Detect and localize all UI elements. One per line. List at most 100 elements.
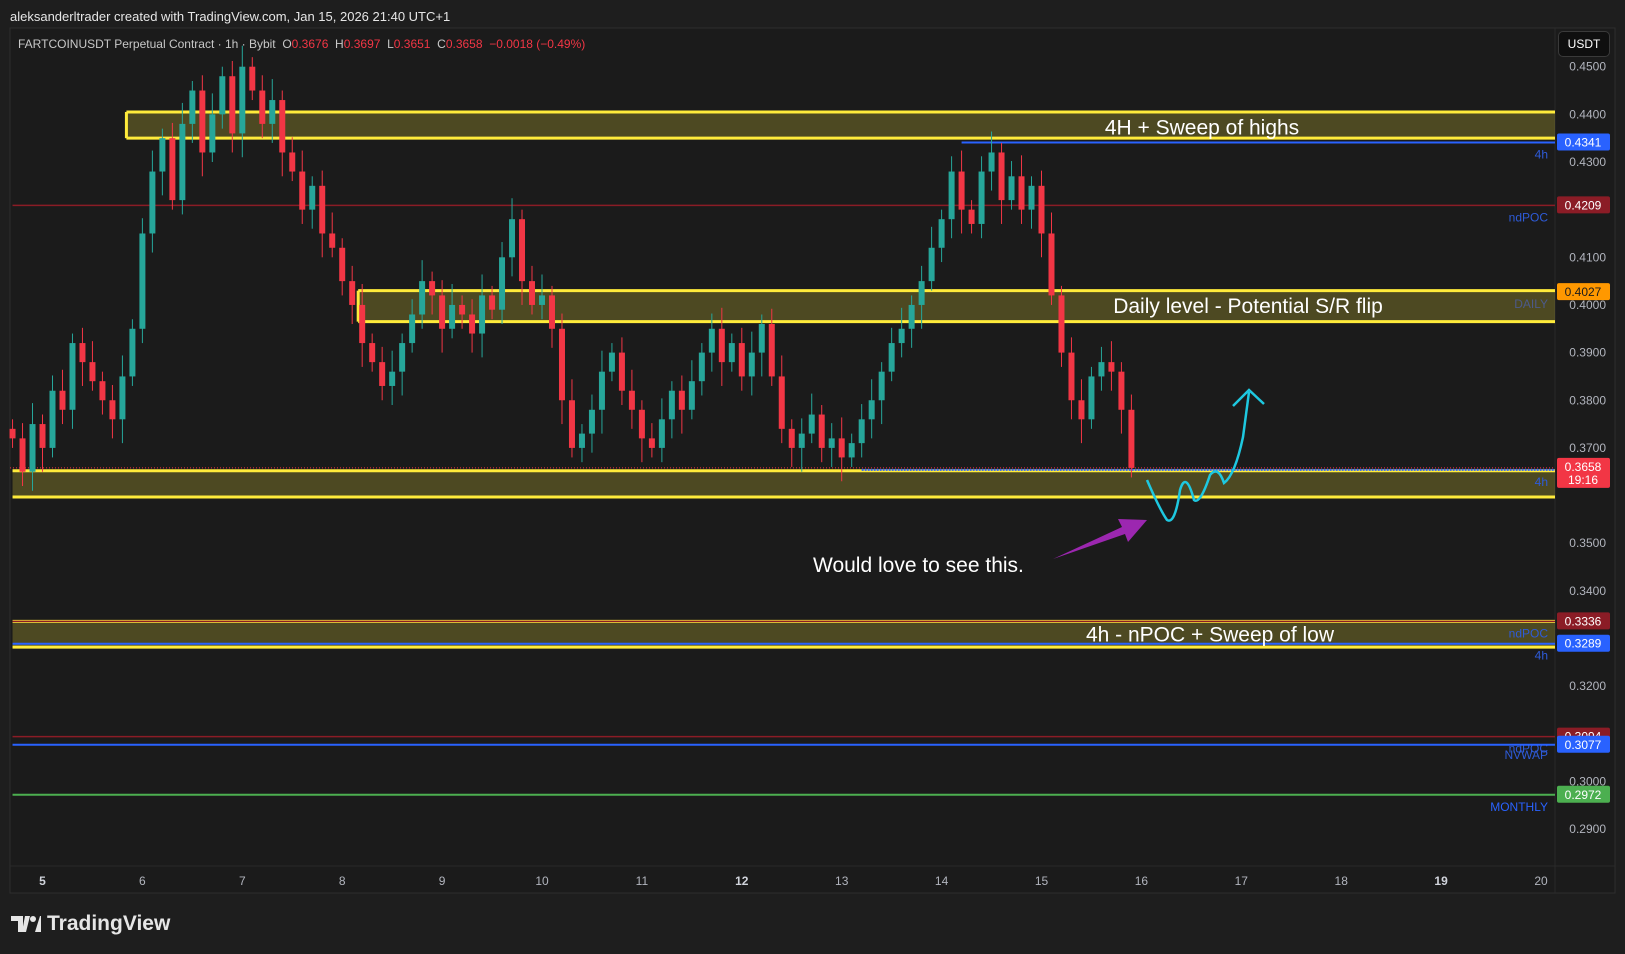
high-label: H: [335, 37, 344, 51]
candle-body: [149, 171, 156, 234]
candle-body: [788, 428, 795, 448]
candle-body: [868, 400, 875, 420]
candle-body: [948, 171, 955, 220]
candle-body: [499, 257, 506, 310]
price-badge-label: 0.3289: [1565, 637, 1602, 651]
candle-body: [568, 400, 575, 448]
level-tag: 4h: [1535, 475, 1548, 489]
level-tag: NVWAP: [1504, 748, 1548, 762]
tradingview-logo-icon: [11, 916, 41, 932]
candle-body: [918, 281, 925, 305]
zone-fill: [126, 111, 1555, 139]
candle-body: [219, 76, 226, 115]
chart-frame: [9, 27, 1616, 894]
price-badge-label: 0.2972: [1565, 788, 1602, 802]
candle-body: [199, 90, 206, 153]
candle-body: [1058, 295, 1065, 353]
x-tick-label: 13: [835, 874, 849, 888]
symbol-legend: FARTCOINUSDT Perpetual Contract · 1h · B…: [18, 37, 585, 51]
annotation-text: Would love to see this.: [813, 554, 1024, 577]
candle-body: [1048, 233, 1055, 296]
low-label: L: [387, 37, 394, 51]
candle-body: [728, 343, 735, 363]
candle-body: [628, 390, 635, 410]
price-badge-label: 0.4341: [1565, 135, 1602, 149]
candle-body: [658, 419, 665, 448]
y-tick-label: 0.4100: [1569, 250, 1606, 264]
candle-body: [938, 219, 945, 248]
candle-body: [1038, 185, 1045, 234]
candle-body: [898, 328, 905, 344]
candle-body: [369, 343, 376, 363]
level-tag: ndPOC: [1509, 626, 1549, 640]
candle-body: [189, 90, 196, 124]
y-tick-label: 0.2900: [1569, 822, 1606, 836]
candle-body: [638, 409, 645, 439]
candle-body: [968, 209, 975, 224]
tradingview-logo[interactable]: TradingView: [11, 912, 170, 936]
candle-body: [419, 281, 426, 315]
price-badge-label: 0.3336: [1565, 614, 1602, 628]
candle-body: [1128, 409, 1135, 468]
x-tick-label: 20: [1534, 874, 1548, 888]
candle-body: [1088, 376, 1095, 420]
candle-body: [329, 233, 336, 248]
current-price-label: 0.3658: [1565, 460, 1602, 474]
candle-body: [888, 343, 895, 372]
x-tick-label: 15: [1035, 874, 1049, 888]
x-tick-label: 9: [439, 874, 446, 888]
candle-body: [578, 433, 585, 448]
candle-body: [798, 433, 805, 448]
candle-body: [558, 328, 565, 401]
candle-body: [339, 247, 346, 282]
candle-body: [169, 138, 176, 201]
candle-body: [229, 76, 236, 134]
candle-body: [838, 438, 845, 458]
y-tick-label: 0.3500: [1569, 536, 1606, 550]
candle-body: [958, 171, 965, 210]
candle-body: [708, 328, 715, 353]
price-chart[interactable]: 4hndPOCDAILY4hndPOC4hndPOCNVWAPMONTHLY0.…: [0, 0, 1625, 954]
candle-body: [908, 304, 915, 329]
high-value: 0.3697: [343, 37, 381, 51]
currency-button[interactable]: USDT: [1558, 31, 1610, 57]
candle-body: [449, 304, 456, 329]
x-tick-label: 12: [735, 874, 749, 888]
candle-body: [1028, 185, 1035, 210]
candle-body: [548, 295, 555, 329]
x-tick-label: 8: [339, 874, 346, 888]
x-tick-label: 17: [1235, 874, 1249, 888]
candle-body: [249, 66, 256, 91]
candle-body: [828, 438, 835, 448]
candle-body: [608, 352, 615, 372]
zone-label: 4h - nPOC + Sweep of low: [1086, 624, 1335, 647]
candle-body: [878, 371, 885, 401]
candle-body: [858, 419, 865, 444]
candle-body: [1118, 371, 1125, 410]
candle-body: [818, 414, 825, 448]
countdown-label: 19:16: [1568, 473, 1598, 487]
candle-body: [848, 443, 855, 458]
zone-label: Daily level - Potential S/R flip: [1113, 295, 1383, 318]
y-tick-label: 0.3800: [1569, 393, 1606, 407]
y-tick-label: 0.3400: [1569, 584, 1606, 598]
close-label: C: [437, 37, 446, 51]
x-tick-label: 14: [935, 874, 949, 888]
candle-body: [998, 152, 1005, 201]
x-tick-label: 11: [636, 874, 649, 888]
x-tick-label: 19: [1434, 874, 1448, 888]
candle-body: [588, 409, 595, 434]
level-tag: MONTHLY: [1490, 800, 1548, 814]
y-tick-label: 0.4300: [1569, 155, 1606, 169]
candle-body: [209, 114, 216, 153]
candle-body: [129, 328, 136, 377]
price-badge-label: 0.4209: [1565, 198, 1602, 212]
x-tick-label: 5: [39, 874, 46, 888]
price-badge-label: 0.3077: [1565, 738, 1602, 752]
candle-body: [748, 352, 755, 377]
symbol-name[interactable]: FARTCOINUSDT Perpetual Contract · 1h · B…: [18, 37, 276, 51]
candle-body: [459, 304, 466, 315]
level-tag: 4h: [1535, 147, 1548, 161]
candle-body: [489, 295, 496, 310]
candle-body: [159, 138, 166, 172]
